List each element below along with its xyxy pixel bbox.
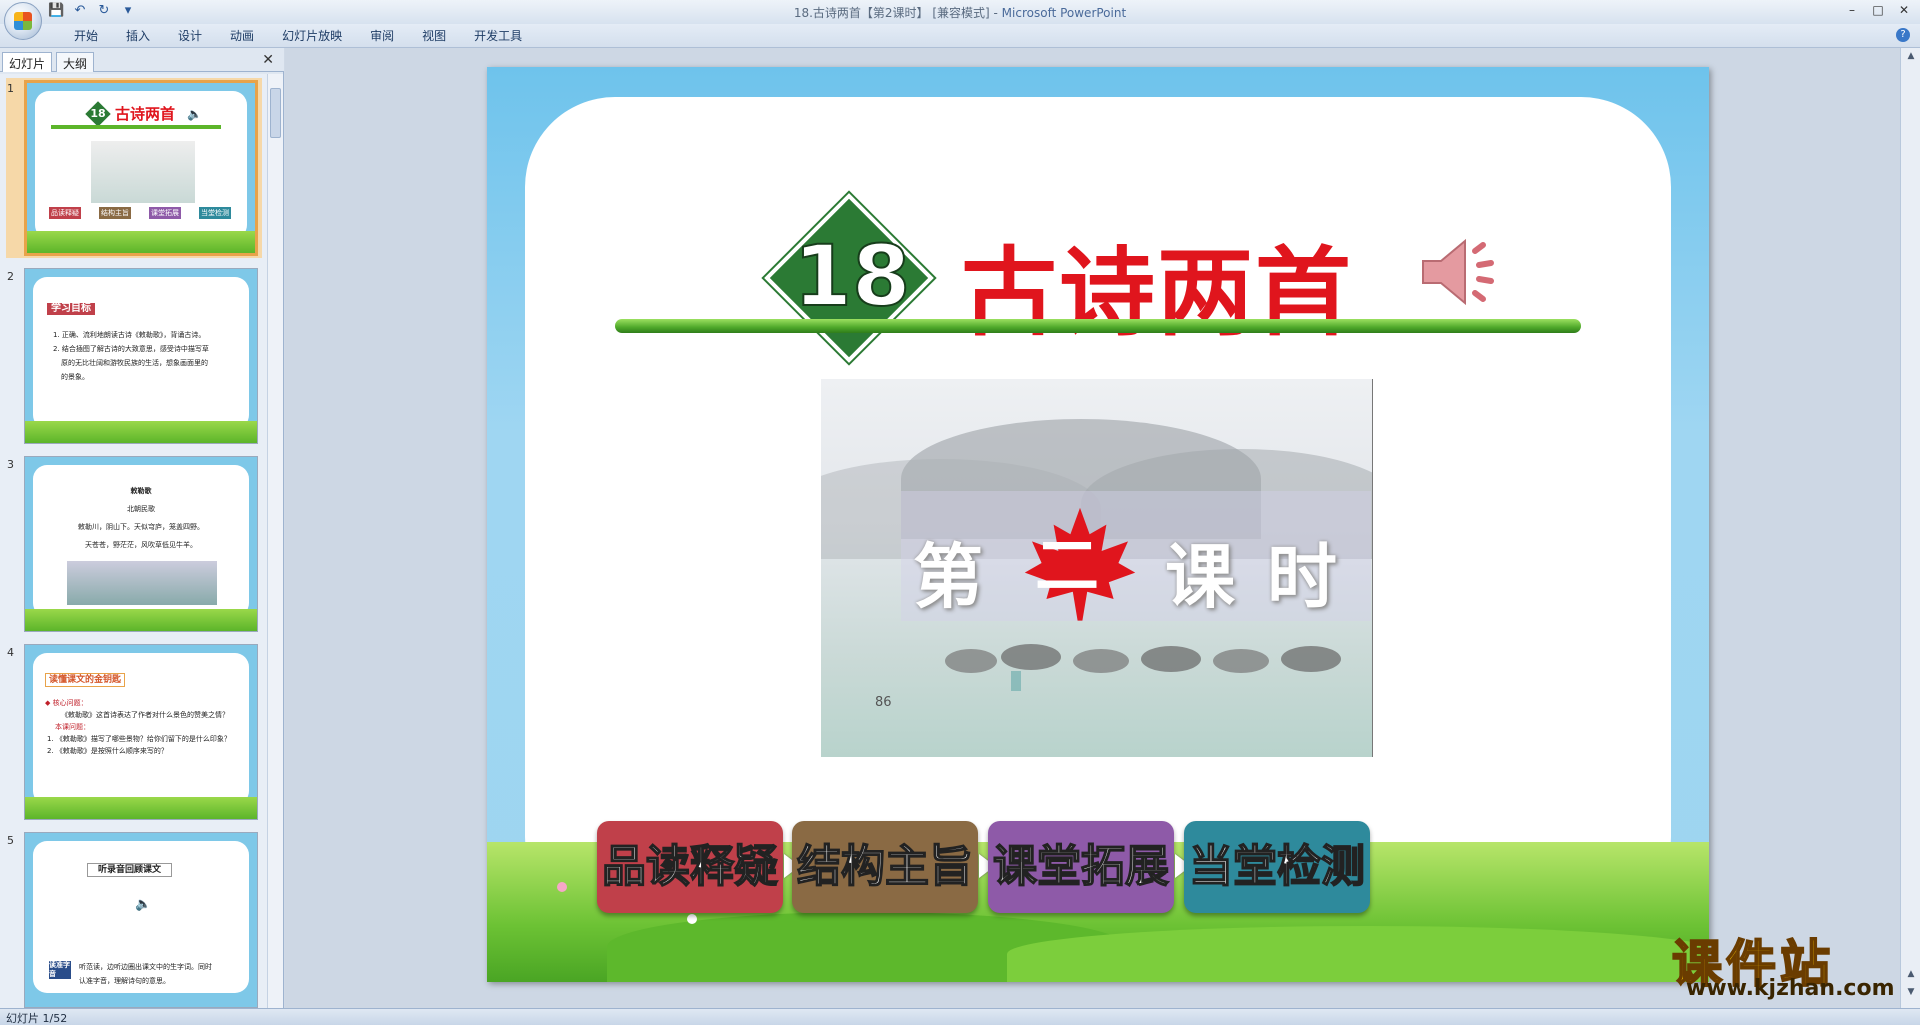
thumb-heading: 听录音回顾课文 [87, 863, 173, 877]
customize-qat-icon[interactable]: ▾ [120, 3, 136, 19]
thumb-heading: 敕勒歌 [130, 487, 152, 495]
slide-thumbnail[interactable]: 4 读懂课文的金钥匙 ◆ 核心问题： 《敕勒歌》这首诗表达了作者对什么景色的赞美… [6, 642, 262, 822]
scrollbar-thumb[interactable] [270, 88, 281, 138]
tab-slideshow[interactable]: 幻灯片放映 [268, 28, 356, 44]
minimize-icon[interactable]: – [1840, 2, 1864, 18]
button-dangtang-jiance[interactable]: 当堂检测 [1184, 821, 1370, 913]
close-window-icon[interactable]: ✕ [1892, 2, 1916, 18]
tab-outline[interactable]: 大纲 [56, 52, 95, 72]
caption-char-di: 第 [913, 536, 983, 618]
thumbnails-scrollbar[interactable] [267, 74, 283, 1008]
office-button[interactable] [4, 2, 42, 40]
slide-number: 2 [7, 270, 14, 283]
lesson-picture: 第 二 课 时 86 [821, 379, 1373, 757]
undo-icon[interactable]: ↶ [72, 3, 88, 19]
lesson-number: 18 [793, 226, 912, 326]
button-pindu-shiyi[interactable]: 品读释疑 [597, 821, 783, 913]
thumb-badge: 18 [90, 107, 106, 120]
slide-title: 古诗两首 [961, 237, 1353, 349]
kjzhan-watermark: 课件站 www.kjzhan.com [1671, 924, 1908, 1004]
slide-number: 4 [7, 646, 14, 659]
office-logo-icon [14, 12, 32, 30]
tab-developer[interactable]: 开发工具 [460, 28, 536, 44]
slide-indicator: 幻灯片 1/52 [6, 1012, 68, 1025]
thumb-picture [91, 141, 195, 203]
thumb-heading: 读懂课文的金钥匙 [45, 673, 126, 687]
page-number: 86 [875, 695, 892, 710]
thumbnail-frame: 读懂课文的金钥匙 ◆ 核心问题： 《敕勒歌》这首诗表达了作者对什么景色的赞美之情… [24, 644, 258, 820]
caption-char-shi: 时 [1267, 536, 1337, 618]
thumbnail-frame: 学习目标 1. 正确、流利地朗读古诗《敕勒歌》，背诵古诗。 2. 结合插图了解古… [24, 268, 258, 444]
tab-view[interactable]: 视图 [408, 28, 460, 44]
slide-thumbnail[interactable]: 3 敕勒歌 北朝民歌 敕勒川，阴山下。天似穹庐，笼盖四野。 天苍苍，野茫茫，风吹… [6, 454, 262, 634]
ribbon-tabs: 开始 插入 设计 动画 幻灯片放映 审阅 视图 开发工具 [60, 28, 536, 44]
quick-access-toolbar: 💾 ↶ ↻ ▾ [48, 3, 136, 19]
button-jiegou-zhuzhi[interactable]: 结构主旨 [792, 821, 978, 913]
speaker-icon[interactable] [1417, 227, 1507, 317]
speaker-icon: 🔈 [135, 897, 152, 912]
main-scrollbar[interactable]: ▲ ▲ ▼ [1900, 48, 1920, 1008]
slide-thumbnails: 1 18 古诗两首 🔈 品读释疑 结构主旨 课堂拓展 当堂检测 2 学习目标 1… [0, 74, 268, 1008]
tab-home[interactable]: 开始 [60, 28, 112, 44]
pane-tabs: 幻灯片 大纲 ✕ [0, 48, 284, 72]
cattle-illustration [945, 644, 1341, 691]
button-ketang-tuozhan[interactable]: 课堂拓展 [988, 821, 1174, 913]
thumb-title: 古诗两首 [115, 105, 176, 123]
tab-review[interactable]: 审阅 [356, 28, 408, 44]
tab-design[interactable]: 设计 [164, 28, 216, 44]
slide-number: 1 [7, 82, 14, 95]
slide-number: 3 [7, 458, 14, 471]
maximize-icon[interactable]: □ [1866, 2, 1890, 18]
watermark-url: www.kjzhan.com [1686, 976, 1895, 1001]
redo-icon[interactable]: ↻ [96, 3, 112, 19]
status-bar: 幻灯片 1/52 [0, 1008, 1920, 1025]
slide-canvas[interactable]: 18 古诗两首 第 二 课 时 86 品读释疑 结构主旨 课堂拓展 当堂检测 [487, 67, 1709, 982]
thumbnail-frame: 18 古诗两首 🔈 品读释疑 结构主旨 课堂拓展 当堂检测 [24, 80, 258, 256]
tab-animations[interactable]: 动画 [216, 28, 268, 44]
speaker-icon: 🔈 [187, 107, 202, 121]
slide-thumbnail[interactable]: 1 18 古诗两首 🔈 品读释疑 结构主旨 课堂拓展 当堂检测 [6, 78, 262, 258]
thumbnail-frame: 敕勒歌 北朝民歌 敕勒川，阴山下。天似穹庐，笼盖四野。 天苍苍，野茫茫，风吹草低… [24, 456, 258, 632]
tab-slides[interactable]: 幻灯片 [2, 52, 53, 72]
close-pane-icon[interactable]: ✕ [262, 52, 274, 68]
title-bar: 18.古诗两首【第2课时】 [兼容模式] - Microsoft PowerPo… [0, 0, 1920, 24]
tab-insert[interactable]: 插入 [112, 28, 164, 44]
slide-thumbnail[interactable]: 2 学习目标 1. 正确、流利地朗读古诗《敕勒歌》，背诵古诗。 2. 结合插图了… [6, 266, 262, 446]
slide-number: 5 [7, 834, 14, 847]
caption-char-er: 二 [1035, 530, 1099, 604]
title-underline [615, 319, 1581, 333]
slides-pane: 幻灯片 大纲 ✕ 1 18 古诗两首 🔈 品读释疑 结构主旨 课堂拓展 当堂检测 [0, 48, 284, 1008]
thumb-picture [67, 561, 217, 605]
window-controls: – □ ✕ [1840, 2, 1916, 18]
save-icon[interactable]: 💾 [48, 3, 64, 19]
thumbnail-frame: 听录音回顾课文 🔈 读准字音 听范读，边听边圈出课文中的生字词。同时 认准字音，… [24, 832, 258, 1008]
slide-thumbnail[interactable]: 5 听录音回顾课文 🔈 读准字音 听范读，边听边圈出课文中的生字词。同时 认准字… [6, 830, 262, 1008]
thumb-heading: 学习目标 [47, 303, 95, 315]
window-title: 18.古诗两首【第2课时】 [兼容模式] - Microsoft PowerPo… [793, 6, 1127, 20]
help-icon[interactable]: ? [1896, 28, 1910, 42]
ribbon-tabs-bar: 开始 插入 设计 动画 幻灯片放映 审阅 视图 开发工具 ? [0, 24, 1920, 48]
caption-char-ke: 课 [1165, 536, 1235, 618]
powerpoint-window: { "window": { "title": "18.古诗两首【第2课时】 [兼… [0, 0, 1920, 1025]
scroll-up-icon[interactable]: ▲ [1905, 50, 1917, 62]
